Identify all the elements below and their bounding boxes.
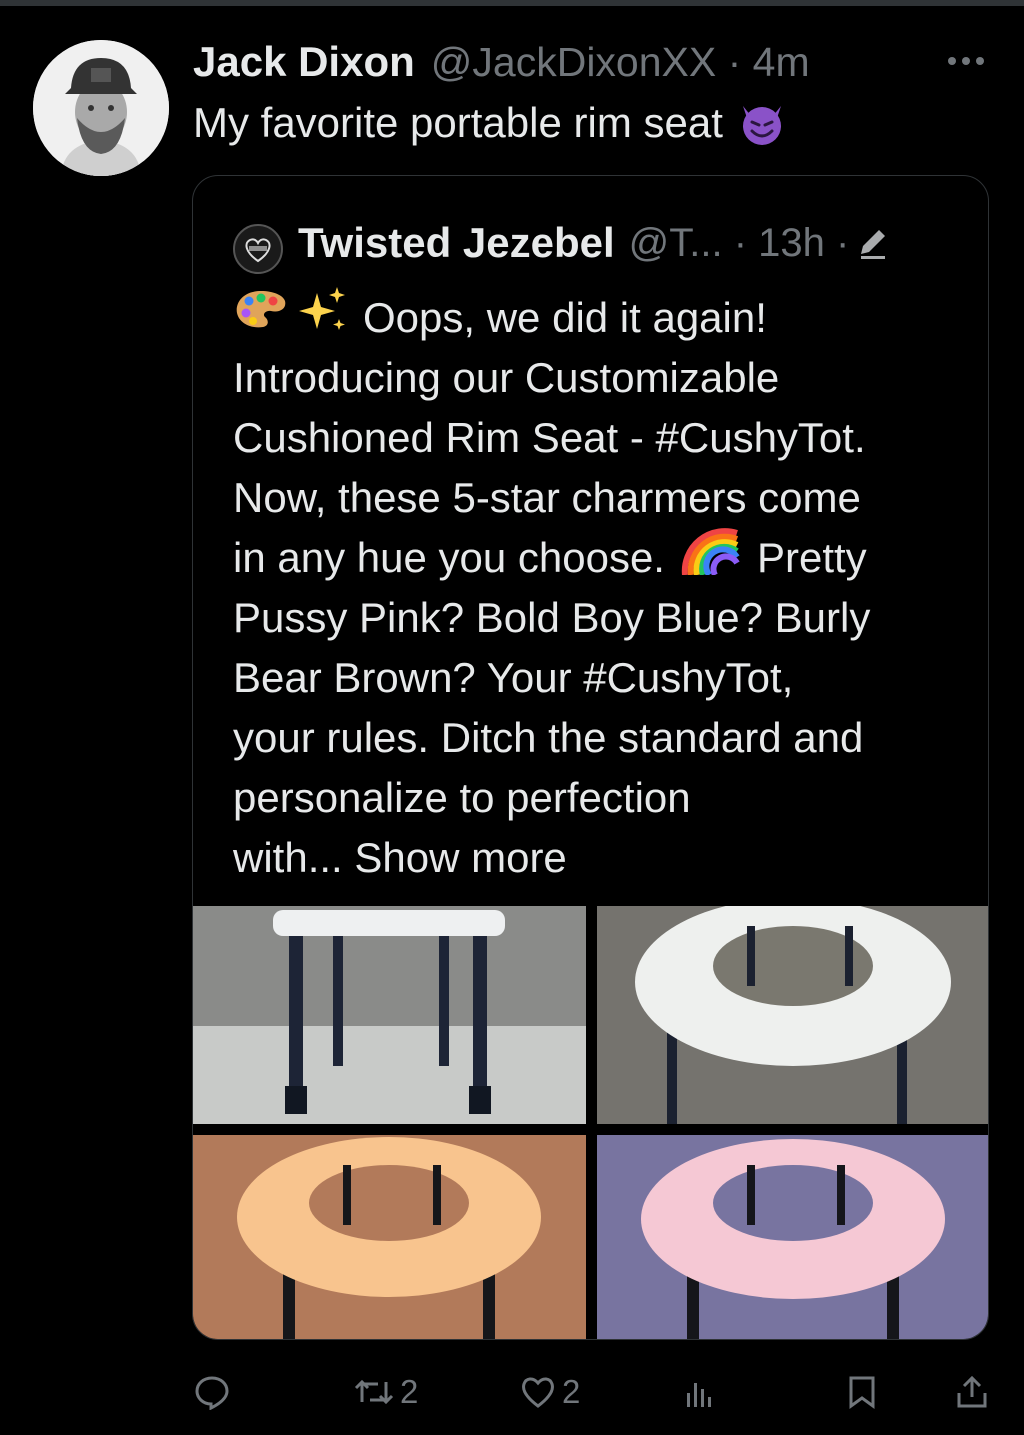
text-line: in any hue you choose. Pretty bbox=[233, 528, 973, 588]
text-segment: in any hue you choose. bbox=[233, 534, 665, 581]
tweet-header: Jack Dixon @JackDixonXX · 4m bbox=[193, 38, 810, 86]
text-line: Pussy Pink? Bold Boy Blue? Burly bbox=[233, 594, 871, 641]
tweet-body: My favorite portable rim seat bbox=[193, 99, 723, 146]
retweet-button[interactable]: 2 bbox=[354, 1364, 418, 1420]
retweet-icon bbox=[354, 1379, 394, 1405]
text-line: Bear Brown? Your #CushyTot, bbox=[233, 654, 794, 701]
bookmark-button[interactable] bbox=[848, 1364, 876, 1420]
artist-palette-icon bbox=[233, 287, 289, 349]
text-segment: Oops, we did it again! bbox=[363, 294, 767, 341]
text-line: Introducing our Customizable bbox=[233, 354, 780, 401]
author-handle-time[interactable]: @JackDixonXX · 4m bbox=[431, 39, 810, 86]
more-options-icon[interactable] bbox=[944, 46, 988, 76]
share-button[interactable] bbox=[956, 1364, 988, 1420]
action-bar: 2 2 bbox=[190, 1364, 1000, 1420]
like-button[interactable]: 2 bbox=[520, 1364, 580, 1420]
edit-pencil-icon bbox=[853, 224, 891, 262]
media-image-peach-seat[interactable] bbox=[193, 1135, 586, 1339]
text-line: Cushioned Rim Seat - #CushyTot. bbox=[233, 414, 866, 461]
quoted-author-avatar[interactable] bbox=[233, 224, 283, 274]
author-name[interactable]: Jack Dixon bbox=[193, 38, 415, 86]
text-line: personalize to perfection bbox=[233, 774, 691, 821]
media-image-white-seat-top[interactable] bbox=[597, 906, 988, 1124]
media-image-white-seat-side[interactable] bbox=[193, 906, 586, 1124]
quoted-text: Oops, we did it again! Introducing our C… bbox=[233, 285, 973, 888]
retweet-count: 2 bbox=[400, 1373, 419, 1410]
show-more-line[interactable]: with... Show more bbox=[233, 828, 973, 888]
author-avatar[interactable] bbox=[33, 40, 169, 176]
views-button[interactable] bbox=[684, 1364, 714, 1420]
tweet-text: My favorite portable rim seat bbox=[193, 98, 787, 148]
top-divider bbox=[0, 0, 1024, 6]
quoted-author-name[interactable]: Twisted Jezebel bbox=[298, 219, 615, 267]
media-grid bbox=[193, 906, 988, 1339]
smiling-devil-icon bbox=[737, 98, 787, 148]
quoted-handle-time[interactable]: @T... · 13h · bbox=[629, 221, 850, 266]
text-line: your rules. Ditch the standard and bbox=[233, 714, 864, 761]
text-segment: Pretty bbox=[756, 534, 867, 581]
quoted-tweet-card[interactable]: Twisted Jezebel @T... · 13h · Oops, we d… bbox=[192, 175, 989, 1340]
text-line: Oops, we did it again! bbox=[233, 285, 973, 351]
sparkles-icon bbox=[295, 285, 349, 351]
like-count: 2 bbox=[562, 1373, 581, 1410]
quoted-header: Twisted Jezebel @T... · 13h · bbox=[298, 216, 891, 270]
media-image-pink-seat[interactable] bbox=[597, 1135, 988, 1339]
text-line: Now, these 5-star charmers come bbox=[233, 474, 861, 521]
analytics-icon bbox=[687, 1383, 711, 1407]
reply-icon bbox=[195, 1376, 229, 1410]
reply-button[interactable] bbox=[194, 1364, 236, 1420]
rainbow-icon bbox=[681, 525, 741, 591]
bookmark-icon bbox=[849, 1376, 875, 1409]
heart-icon bbox=[522, 1377, 554, 1408]
share-icon bbox=[957, 1375, 987, 1408]
